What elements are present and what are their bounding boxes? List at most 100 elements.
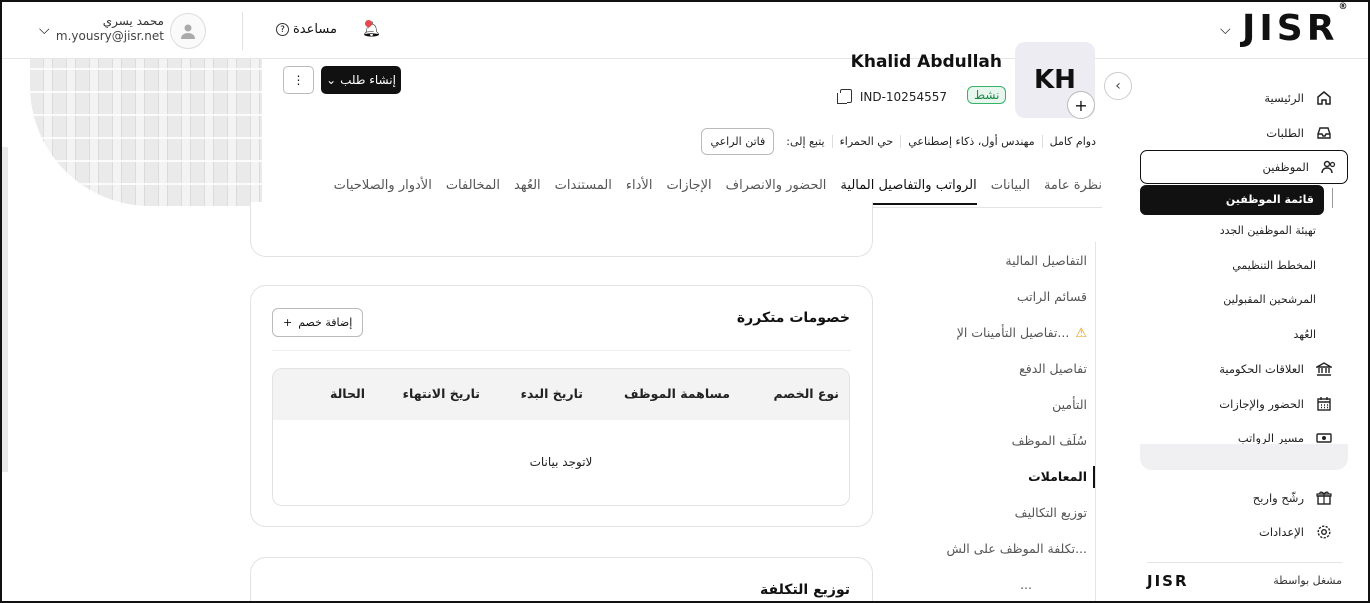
user-menu-chevron-icon[interactable]: ⌵	[39, 22, 50, 38]
tab-1[interactable]: البيانات	[991, 170, 1030, 203]
sidebar-subitem-org-chart[interactable]: المخطط التنظيمي	[1142, 259, 1316, 272]
add-photo-button[interactable]: +	[1067, 91, 1095, 119]
divider	[1332, 188, 1333, 208]
column-header: نوع الخصم	[773, 386, 839, 401]
column-header: الحالة	[330, 386, 365, 401]
section-link-transactions[interactable]: المعاملات	[922, 469, 1087, 484]
jisr-logo[interactable]: JISR®	[1242, 2, 1347, 49]
deductions-table: نوع الخصم مساهمة الموظف تاريخ البدء تاري…	[272, 368, 850, 506]
status-badge: نشط	[967, 86, 1007, 104]
section-link-cost-distribution[interactable]: توزيع التكاليف	[922, 505, 1087, 520]
section-link-insurance-details[interactable]: تفاصيل التأمينات الإ... ⚠	[922, 325, 1087, 341]
help-button[interactable]: مساعدة ?	[276, 22, 337, 37]
table-header: نوع الخصم مساهمة الموظف تاريخ البدء تاري…	[273, 369, 849, 420]
add-deduction-button[interactable]: إضافة خصم +	[272, 308, 364, 337]
app-window: JISR® ⌵ 🔔︎ مساعدة ? محمد يسري m.yousry@j…	[0, 0, 1370, 603]
sidebar-item-label: مسير الرواتب	[1237, 431, 1304, 445]
reports-to-label: يتبع إلى:	[786, 134, 825, 148]
sidebar-item-settings[interactable]: الإعدادات	[1142, 517, 1342, 547]
users-icon	[1321, 159, 1337, 175]
create-request-button[interactable]: إنشاء طلب ⌄	[321, 66, 401, 94]
cover-pattern	[30, 59, 262, 206]
gear-icon	[1316, 524, 1332, 540]
sidebar-subitem-accepted-candidates[interactable]: المرشحين المقبولين	[1142, 293, 1316, 306]
bank-icon	[1316, 361, 1332, 377]
previous-section-card	[250, 202, 873, 257]
top-bar: JISR® ⌵ 🔔︎ مساعدة ? محمد يسري m.yousry@j…	[2, 2, 1368, 59]
sidebar-item-government-relations[interactable]: العلاقات الحكومية	[1142, 354, 1342, 384]
sidebar-item-label: الإعدادات	[1259, 525, 1304, 539]
section-title: توزيع التكلفة	[760, 582, 850, 598]
sidebar-subitem-assets[interactable]: العُهد	[1142, 328, 1316, 341]
sidebar-item-label: الرئيسية	[1264, 91, 1304, 105]
sidebar-item-home[interactable]: الرئيسية	[1142, 83, 1342, 113]
tab-5[interactable]: الأداء	[626, 170, 653, 203]
home-icon	[1316, 90, 1332, 106]
tab-6[interactable]: المستندات	[555, 170, 612, 203]
section-title: خصومات متكررة	[736, 310, 850, 326]
section-link-label: تفاصيل التأمينات الإ...	[956, 325, 1070, 340]
copy-icon[interactable]	[837, 89, 852, 104]
sidebar-item-label: الطلبات	[1266, 126, 1304, 140]
divider	[242, 12, 243, 50]
sidebar-item-label: الموظفين	[1262, 160, 1309, 174]
tab-3[interactable]: الحضور والانصراف	[726, 170, 827, 203]
sidebar-subitem-employee-list[interactable]: قائمة الموظفين	[1140, 185, 1324, 215]
recurring-deductions-card: خصومات متكررة إضافة خصم + نوع الخصم مساه…	[250, 285, 873, 527]
section-link-more[interactable]: ...	[922, 577, 1032, 592]
user-email: m.yousry@jisr.net	[55, 29, 164, 43]
employment-type: دوام كامل	[1041, 134, 1096, 148]
sidebar-item-requests[interactable]: الطلبات	[1142, 118, 1342, 148]
active-section-indicator	[1093, 466, 1095, 488]
chevron-down-icon: ⌄	[326, 73, 337, 87]
column-header: مساهمة الموظف	[624, 386, 730, 401]
avatar[interactable]	[170, 13, 206, 49]
powered-by-label: مشغل بواسطة	[1273, 574, 1342, 587]
tab-2[interactable]: الرواتب والتفاصيل المالية	[840, 170, 977, 205]
warning-icon: ⚠	[1075, 326, 1087, 341]
scroll-edge	[2, 147, 8, 472]
jisr-logo-small: JISR	[1147, 572, 1189, 590]
sidebar-item-attendance[interactable]: الحضور والإجازات	[1142, 389, 1342, 419]
column-header: تاريخ البدء	[520, 386, 583, 401]
section-link-financial-details[interactable]: التفاصيل المالية	[922, 253, 1087, 268]
column-header: تاريخ الانتهاء	[402, 386, 480, 401]
sidebar-item-label: العلاقات الحكومية	[1219, 362, 1304, 376]
tab-8[interactable]: المخالفات	[446, 170, 500, 203]
section-link-employee-loans[interactable]: سُلَف الموظف	[922, 433, 1087, 448]
divider	[1095, 242, 1096, 601]
divider	[272, 350, 851, 351]
sidebar-item-label: رشّح واربح	[1252, 491, 1304, 505]
inbox-icon	[1316, 125, 1332, 141]
cost-distribution-card: توزيع التكلفة	[250, 557, 873, 601]
employee-name: Khalid Abdullah	[850, 52, 1002, 72]
collapse-sidebar-button[interactable]: ‹	[1104, 72, 1132, 100]
empty-state: لاتوجد بيانات	[529, 455, 593, 469]
section-link-payslips[interactable]: قسائم الراتب	[922, 289, 1087, 304]
calendar-icon	[1316, 396, 1332, 412]
tab-0[interactable]: نظرة عامة	[1044, 170, 1102, 203]
chevron-down-icon[interactable]: ⌵	[1220, 22, 1231, 38]
divider	[1147, 562, 1342, 563]
question-icon: ?	[276, 23, 289, 36]
section-link-employee-cost[interactable]: تكلفة الموظف على الش...	[922, 541, 1087, 556]
add-deduction-label: إضافة خصم	[298, 316, 353, 329]
employee-id: IND-10254557	[859, 90, 947, 104]
sidebar-item-label: الحضور والإجازات	[1219, 397, 1304, 411]
tab-9[interactable]: الأدوار والصلاحيات	[334, 170, 432, 203]
sidebar-item-refer-earn[interactable]: رشّح واربح	[1142, 483, 1342, 513]
manager-chip[interactable]: فاتن الراعي	[701, 127, 775, 155]
section-link-insurance[interactable]: التأمين	[922, 397, 1087, 412]
tab-7[interactable]: العُهد	[514, 170, 541, 203]
create-request-label: إنشاء طلب	[340, 73, 396, 87]
location: حي الحمراء	[831, 134, 901, 148]
gift-icon	[1316, 490, 1332, 506]
sidebar-subitem-onboarding[interactable]: تهيئة الموظفين الجدد	[1142, 224, 1316, 237]
sidebar-item-employees[interactable]: الموظفين	[1140, 150, 1348, 184]
section-link-payment-details[interactable]: تفاصيل الدفع	[922, 361, 1087, 376]
more-options-button[interactable]: ⋮	[283, 66, 314, 94]
notification-dot	[365, 20, 372, 27]
help-label: مساعدة	[293, 22, 337, 37]
bell-icon[interactable]: 🔔︎	[362, 20, 381, 40]
tab-4[interactable]: الإجازات	[666, 170, 711, 203]
